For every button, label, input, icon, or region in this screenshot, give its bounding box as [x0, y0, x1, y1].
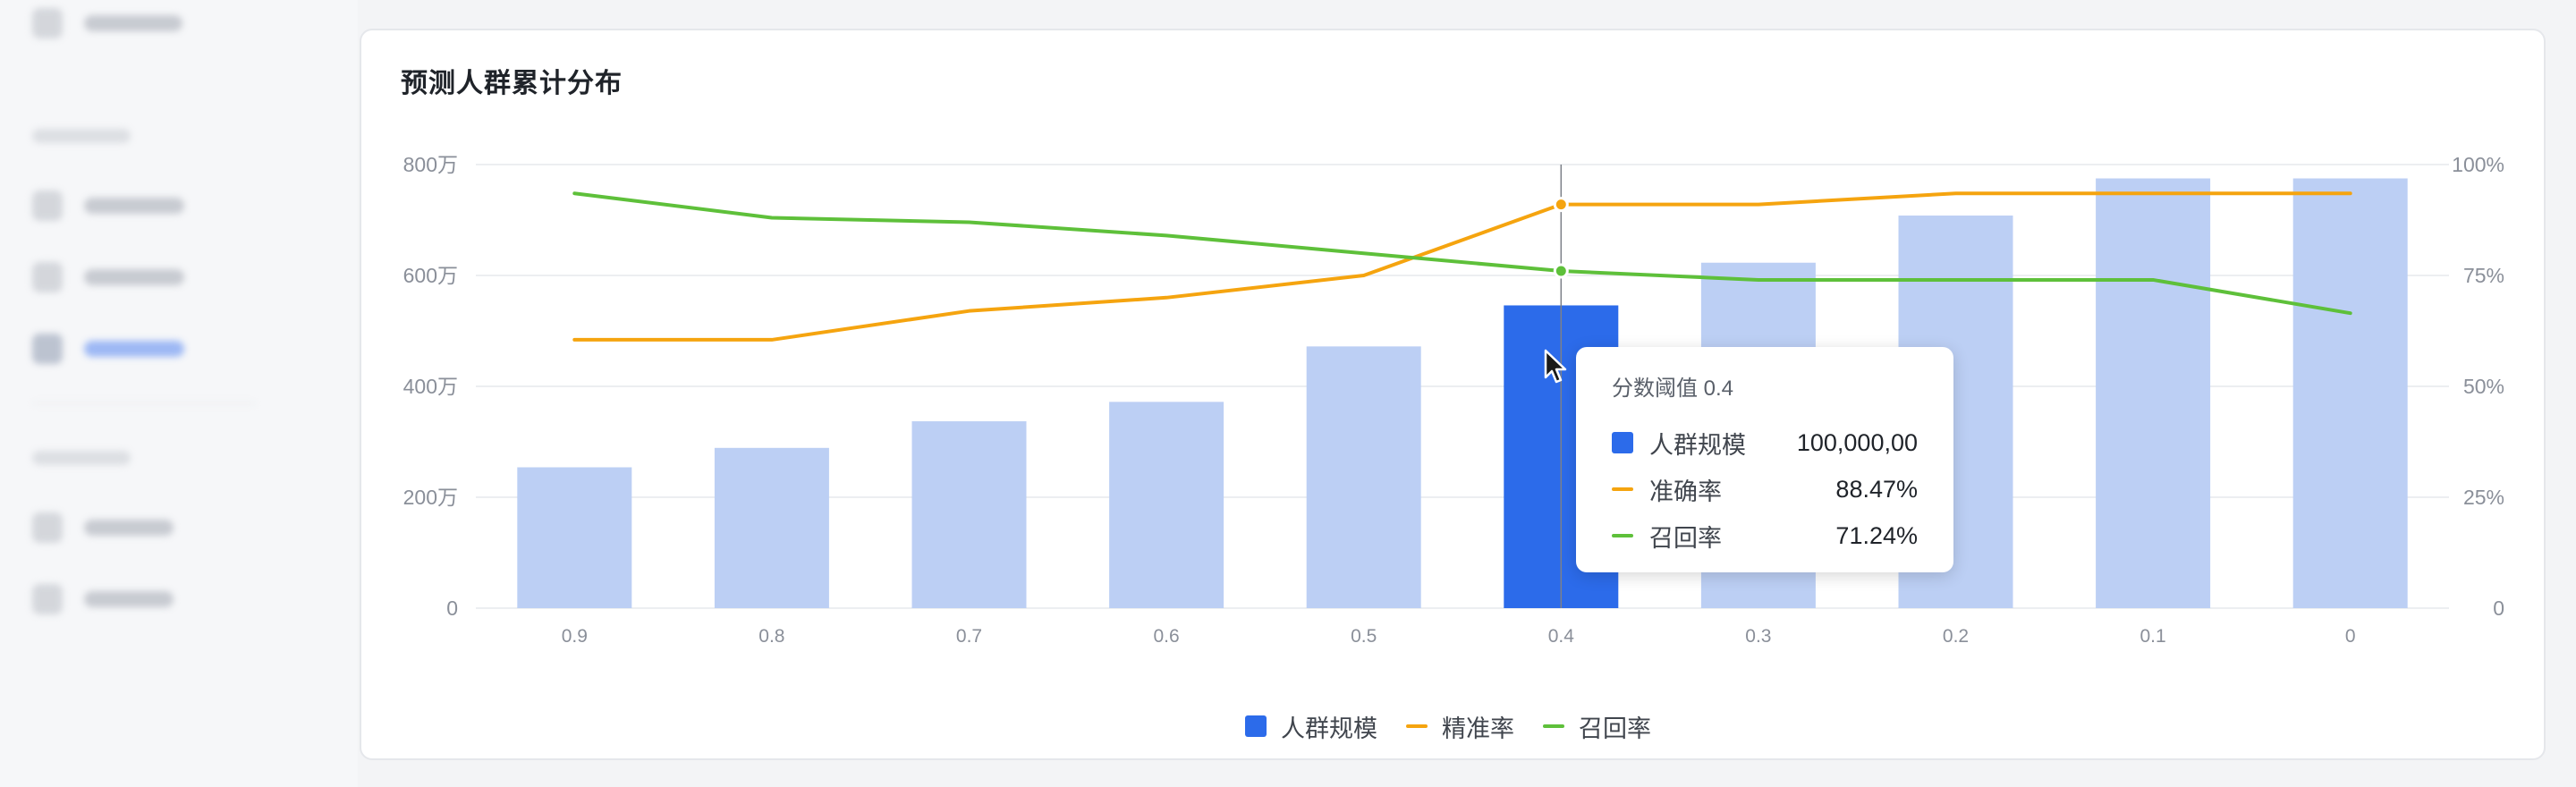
line-marker-icon [1406, 724, 1428, 728]
tooltip-label: 召回率 [1649, 524, 1722, 552]
tooltip-row-size: 人群规模 100,000,00 [1612, 419, 1918, 466]
bar [1109, 402, 1224, 608]
y-left-tick-label: 800万 [403, 153, 458, 176]
legend-label: 人群规模 [1281, 715, 1377, 742]
x-tick-label: 0.6 [1153, 626, 1179, 647]
y-right-tick-label: 25% [2463, 486, 2504, 509]
mouse-cursor-icon [1544, 349, 1567, 384]
y-right-tick-label: 75% [2463, 264, 2504, 287]
tooltip-value: 88.47% [1835, 475, 1918, 503]
x-tick-label: 0.5 [1351, 626, 1377, 647]
x-tick-label: 0.4 [1548, 626, 1575, 647]
tooltip-value: 100,000,00 [1796, 428, 1918, 456]
bar-marker-icon [1612, 432, 1633, 453]
x-tick-label: 0.2 [1943, 626, 1969, 647]
bar [2292, 178, 2408, 608]
recall-line [572, 191, 2352, 316]
y-left-tick-label: 0 [446, 597, 458, 620]
line-marker-icon [1543, 724, 1564, 728]
bar [911, 421, 1027, 608]
x-tick-label: 0.7 [956, 626, 982, 647]
legend-item-recall[interactable]: 召回率 [1543, 709, 1651, 744]
tooltip-row-precision: 准确率 88.47% [1612, 466, 1918, 512]
legend-item-precision[interactable]: 精准率 [1406, 709, 1514, 744]
tooltip-row-recall: 召回率 71.24% [1612, 512, 1918, 559]
tooltip-label: 人群规模 [1649, 431, 1746, 459]
precision-line [572, 191, 2352, 342]
chart-legend: 人群规模 精准率 召回率 [1245, 708, 1651, 744]
tooltip-value: 71.24% [1835, 521, 1918, 549]
x-tick-label: 0.1 [2140, 626, 2165, 647]
x-tick-label: 0.3 [1745, 626, 1771, 647]
y-left-tick-label: 200万 [403, 486, 458, 509]
precision-point [1553, 197, 1569, 213]
y-left-tick-label: 600万 [403, 264, 458, 287]
tooltip-title: 分数阈值 0.4 [1612, 377, 1734, 401]
chart-tooltip: 分数阈值 0.4 人群规模 100,000,00 准确率 88.47% 召回率 … [1576, 347, 1953, 572]
y-right-tick-label: 50% [2463, 375, 2504, 398]
legend-item-size[interactable]: 人群规模 [1245, 709, 1377, 744]
bar [517, 467, 632, 608]
bar [2096, 178, 2211, 608]
tooltip-label: 准确率 [1649, 478, 1722, 505]
line-marker-icon [1612, 534, 1633, 537]
recall-point [1553, 263, 1569, 279]
y-right-tick-label: 100% [2452, 153, 2504, 176]
bar [1306, 346, 1421, 608]
x-tick-label: 0.9 [562, 626, 588, 647]
y-left-tick-label: 400万 [403, 375, 458, 398]
legend-label: 召回率 [1579, 715, 1651, 742]
bar-marker-icon [1245, 715, 1267, 737]
x-tick-label: 0 [2345, 626, 2356, 647]
x-tick-label: 0.8 [758, 626, 784, 647]
y-right-tick-label: 0 [2493, 597, 2504, 620]
line-marker-icon [1612, 487, 1633, 491]
bar [714, 447, 829, 608]
combo-chart: 0 0 200万 25% 400万 50% 600万 75% 800万 100% 0.9 0.8 0.7… [403, 153, 2504, 647]
legend-label: 精准率 [1442, 715, 1514, 742]
